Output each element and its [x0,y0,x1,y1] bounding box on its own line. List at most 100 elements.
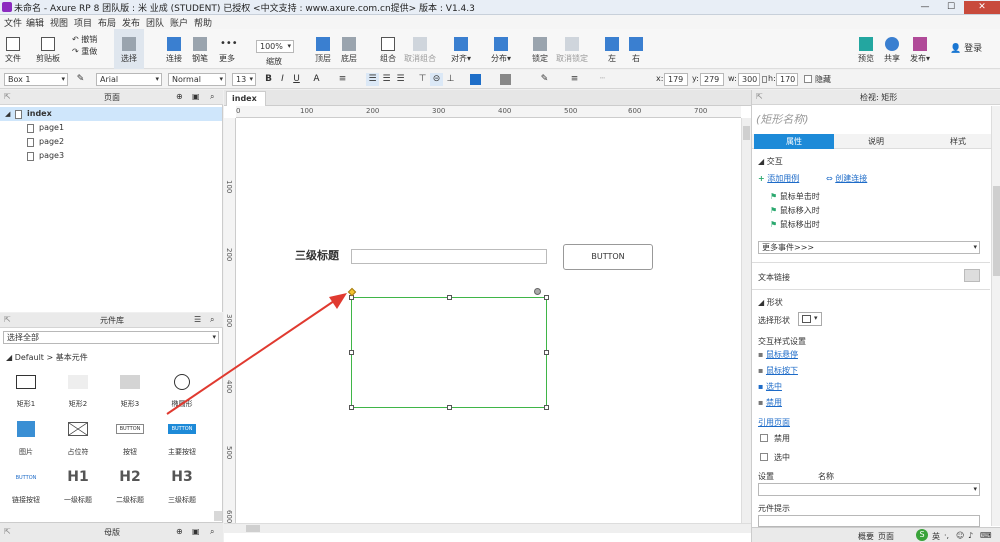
hide-checkbox[interactable] [804,75,812,83]
tab-pages[interactable]: 页面 [878,531,894,542]
menu-layout[interactable]: 布局 [98,16,116,29]
widget-image[interactable]: 图片 [6,421,46,461]
event-on-mouse-out[interactable]: ⚑ 鼠标移出时 [770,219,820,230]
italic-button[interactable]: I [276,73,289,86]
panel-collapse-icon[interactable]: ⇱ [4,315,11,324]
add-case-link[interactable]: + 添加用例 [758,173,799,184]
bullet-list-icon[interactable]: ≡ [336,73,349,86]
canvas-vertical-scrollbar[interactable] [741,118,751,523]
unlock-button[interactable]: 取消锁定 [554,29,590,69]
emoji-icon[interactable]: ☺ [956,531,964,540]
widget-placeholder[interactable]: 占位符 [58,421,98,461]
send-bottom-button[interactable]: 底层 [338,29,360,69]
widget-name-select[interactable]: Box 1 ▾ [4,73,68,86]
x-input[interactable]: 179 [664,73,688,86]
right-button[interactable]: 右 [626,29,646,69]
add-master-icon[interactable]: ⊕ [176,527,183,536]
valign-middle-icon[interactable]: ⊝ [430,73,443,86]
line-width-icon[interactable]: ≡ [568,73,581,86]
page-item-page1[interactable]: page1 [0,121,222,135]
design-surface[interactable]: 三级标题 BUTTON [166,119,741,523]
group-button[interactable]: 组合 [376,29,400,69]
close-button[interactable]: ✕ [964,1,1000,14]
search-icon[interactable]: ⌕ [210,92,214,102]
event-on-mouse-enter[interactable]: ⚑ 鼠标移入时 [770,205,820,216]
reference-page-link[interactable]: 引用页面 [758,417,790,428]
left-button[interactable]: 左 [602,29,622,69]
library-group-title[interactable]: ◢ Default > 基本元件 [6,352,88,363]
widget-name-input[interactable]: (矩形名称) [756,111,809,127]
canvas-horizontal-scrollbar[interactable] [224,523,751,533]
tab-properties[interactable]: 属性 [754,134,834,149]
menu-help[interactable]: 帮助 [194,16,212,29]
menu-view[interactable]: 视图 [50,16,68,29]
widget-heading1[interactable]: H1 一级标题 [58,469,98,509]
widget-rectangle2[interactable]: 矩形2 [58,373,98,413]
add-folder-icon[interactable]: ▣ [192,92,200,101]
format-painter-icon[interactable]: ✎ [74,73,87,86]
line-color-icon[interactable]: ✎ [538,73,551,86]
tab-outline[interactable]: 概要 [858,531,874,542]
publish-button[interactable]: 发布▾ [906,29,934,69]
login-button[interactable]: 👤 登录 [950,41,982,54]
undo-button[interactable]: ↶ 撤销 [72,34,97,45]
underline-button[interactable]: U [290,73,303,86]
ime-punctuation-icon[interactable]: ·, [944,531,949,540]
more-button[interactable]: ••• 更多 [214,29,240,69]
scroll-thumb[interactable] [993,186,1000,276]
y-input[interactable]: 279 [700,73,724,86]
w-input[interactable]: 300 [738,73,760,86]
page-item-page2[interactable]: page2 [0,135,222,149]
tab-style[interactable]: 样式 [918,134,998,149]
lock-button[interactable]: 锁定 [528,29,552,69]
scroll-thumb[interactable] [743,126,750,140]
widget-heading2[interactable]: H2 二级标题 [110,469,150,509]
ime-english-icon[interactable]: 英 [932,531,940,542]
font-family-select[interactable]: Arial ▾ [96,73,162,86]
minimize-button[interactable]: — [912,1,938,14]
resize-handle[interactable] [544,295,549,300]
widget-rectangle3[interactable]: 矩形3 [110,373,150,413]
select-button[interactable]: 选择 [114,29,144,69]
widget-primary-button[interactable]: BUTTON 主要按钮 [162,421,202,461]
pen-button[interactable]: 钢笔 [188,29,212,69]
h-input[interactable]: 170 [776,73,798,86]
font-color-icon[interactable]: A [310,73,323,86]
align-left-icon[interactable]: ☰ [366,73,379,86]
valign-bottom-icon[interactable]: ⊥ [444,73,457,86]
ungroup-button[interactable]: 取消组合 [402,29,438,69]
panel-collapse-icon[interactable]: ⇱ [4,92,11,101]
ime-icon[interactable]: S [916,529,928,541]
disabled-checkbox[interactable] [760,434,768,442]
panel-collapse-icon[interactable]: ⇱ [756,92,763,101]
shape-picker[interactable]: ▾ [798,312,822,326]
align-center-icon[interactable]: ☰ [380,73,393,86]
resize-handle[interactable] [544,405,549,410]
resize-handle[interactable] [447,405,452,410]
selected-rectangle-box[interactable] [351,297,547,408]
widget-rectangle1[interactable]: 矩形1 [6,373,46,413]
clipboard-button[interactable]: 剪贴板 [34,29,62,69]
scroll-thumb[interactable] [246,525,260,532]
resize-handle[interactable] [544,350,549,355]
add-page-icon[interactable]: ⊕ [176,92,183,101]
text-field-widget[interactable] [351,249,547,264]
page-item-page3[interactable]: page3 [0,149,222,163]
widget-link-button[interactable]: BUTTON 链接按钮 [6,469,46,509]
shadow-icon[interactable] [500,74,511,85]
font-style-select[interactable]: Normal ▾ [168,73,226,86]
valign-top-icon[interactable]: ⊤ [416,73,429,86]
bring-top-button[interactable]: 顶层 [312,29,334,69]
mouse-over-style-link[interactable]: ▪ 鼠标悬停 [758,349,798,360]
heading3-widget[interactable]: 三级标题 [295,247,339,263]
button-widget[interactable]: BUTTON [563,244,653,270]
selection-group-select[interactable]: ▾ [758,483,980,496]
library-scrollbar[interactable] [214,511,222,521]
connect-button[interactable]: 连接 [162,29,186,69]
menu-publish[interactable]: 发布 [122,16,140,29]
resize-handle[interactable] [447,295,452,300]
align-right-icon[interactable]: ☰ [394,73,407,86]
menu-file[interactable]: 文件 [4,16,22,29]
tooltip-input[interactable] [758,515,980,527]
menu-team[interactable]: 团队 [146,16,164,29]
